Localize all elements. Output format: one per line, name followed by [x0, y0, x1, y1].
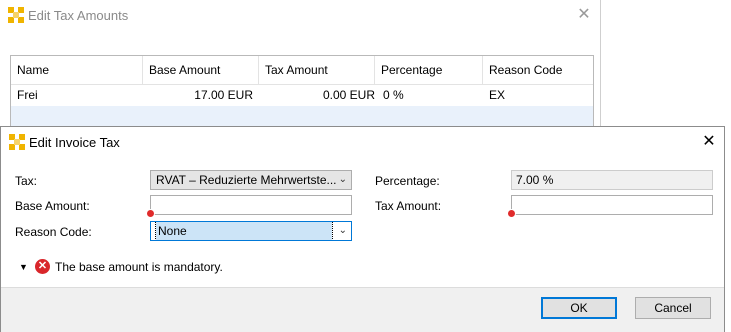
cell-tax-amount: 0.00 EUR	[322, 88, 375, 102]
dialog-title-bar: Edit Invoice Tax ✕	[1, 127, 724, 157]
column-header-reason-code[interactable]: Reason Code	[483, 56, 591, 84]
chevron-down-icon: ⌄	[338, 174, 347, 185]
error-marker-icon	[146, 209, 155, 218]
percentage-label: Percentage:	[375, 174, 440, 188]
reason-code-select-value: None	[155, 222, 333, 240]
app-logo-icon	[9, 134, 25, 150]
tax-amount-input[interactable]	[511, 195, 713, 215]
column-header-name[interactable]: Name	[11, 56, 143, 84]
percentage-field: 7.00 %	[511, 170, 713, 190]
caret-down-icon[interactable]: ▼	[19, 262, 28, 272]
cancel-button[interactable]: Cancel	[635, 297, 711, 319]
dialog-body: Tax: RVAT – Reduzierte Mehrwertste... ⌄ …	[1, 157, 724, 287]
dialog-footer: OK Cancel	[1, 287, 724, 332]
close-icon[interactable]: ✕	[574, 5, 594, 25]
app-logo-icon	[8, 7, 24, 23]
base-amount-input[interactable]	[150, 195, 352, 215]
column-header-base-amount[interactable]: Base Amount	[143, 56, 259, 84]
validation-message-text: The base amount is mandatory.	[55, 260, 223, 274]
edit-invoice-tax-dialog: Edit Invoice Tax ✕ Tax: RVAT – Reduziert…	[0, 126, 725, 332]
reason-code-label: Reason Code:	[15, 225, 92, 239]
table-header: Name Base Amount Tax Amount Percentage R…	[11, 56, 593, 85]
tax-select-value: RVAT – Reduzierte Mehrwertste...	[156, 173, 337, 187]
tax-amount-label: Tax Amount:	[375, 199, 442, 213]
cell-base-amount: 17.00 EUR	[194, 88, 253, 102]
column-header-tax-amount[interactable]: Tax Amount	[259, 56, 375, 84]
dialog-title: Edit Invoice Tax	[29, 135, 120, 150]
close-icon[interactable]: ✕	[699, 132, 719, 152]
table-row[interactable]: Frei 17.00 EUR 0.00 EUR 0 % EX	[11, 84, 593, 106]
error-icon: ✕	[35, 259, 50, 274]
tax-select[interactable]: RVAT – Reduzierte Mehrwertste... ⌄	[150, 170, 352, 190]
cell-percentage: 0 %	[383, 88, 404, 102]
cell-reason-code: EX	[489, 88, 506, 102]
base-amount-label: Base Amount:	[15, 199, 90, 213]
error-marker-icon	[507, 209, 516, 218]
column-header-percentage[interactable]: Percentage	[375, 56, 483, 84]
reason-code-select[interactable]: None ⌄	[150, 221, 352, 241]
window-title: Edit Tax Amounts	[28, 8, 129, 23]
tax-label: Tax:	[15, 174, 38, 188]
table-row-empty[interactable]	[11, 106, 593, 128]
title-bar: Edit Tax Amounts ✕	[0, 0, 600, 30]
chevron-down-icon: ⌄	[338, 225, 347, 236]
ok-button[interactable]: OK	[541, 297, 617, 319]
cell-name: Frei	[17, 88, 38, 102]
